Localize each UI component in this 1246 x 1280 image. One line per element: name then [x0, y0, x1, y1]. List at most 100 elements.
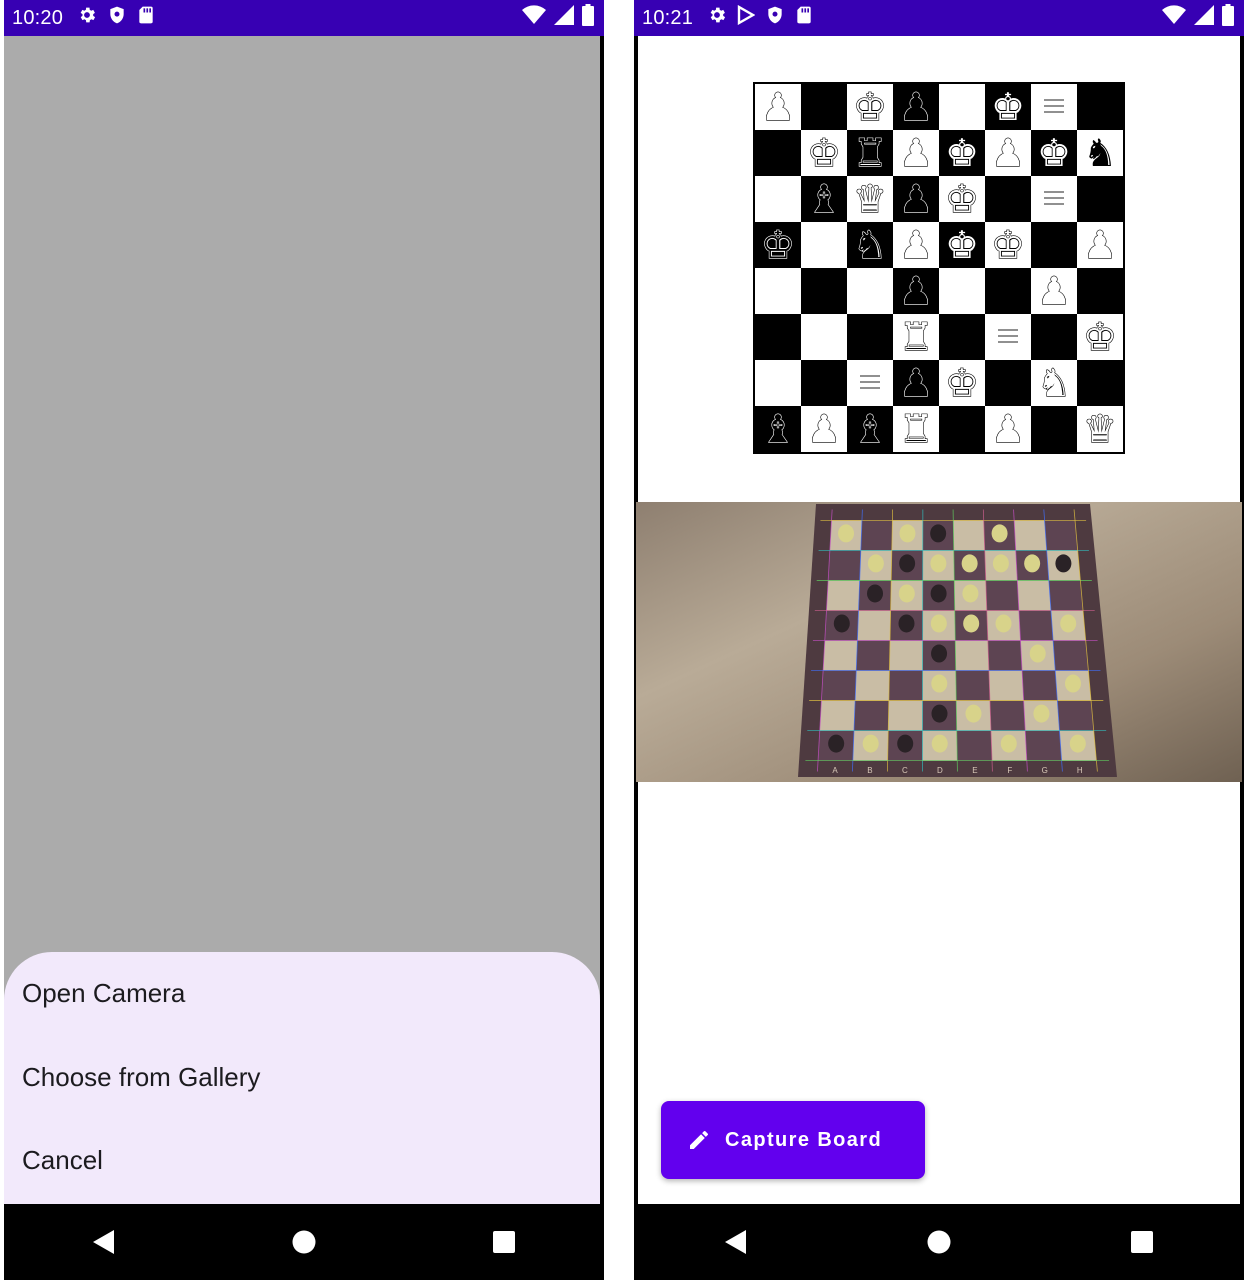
- shield-icon: [107, 5, 127, 31]
- chessboard-diagram: ♟ ♚ ♟ ♚♚ ♜ ♟ ♚ ♟ ♚ ♞♝ ♛ ♟ ♚♚ ♞ ♟ ♚ ♚ ♟♟ ♟♜ ♚♟ ♚ ♞♝ ♟ ♝ ♜ ♟ ♛: [755, 84, 1123, 452]
- recents-icon[interactable]: [1122, 1222, 1162, 1262]
- board-file-label: F: [1007, 766, 1012, 775]
- white-rook-icon: ♜: [898, 314, 933, 359]
- photo-square: [1053, 640, 1089, 671]
- photo-square: [987, 640, 1023, 671]
- photo-square: [988, 670, 1024, 701]
- photo-piece: [931, 734, 948, 753]
- white-pawn-icon: ♟: [898, 130, 933, 175]
- black-bishop-icon: ♝: [760, 406, 795, 451]
- status-time: 10:20: [12, 6, 64, 29]
- svg-text:♟: ♟: [761, 85, 795, 129]
- navigation-bar: [634, 1204, 1244, 1280]
- choose-from-gallery-option[interactable]: Choose from Gallery: [22, 1062, 260, 1093]
- back-icon[interactable]: [716, 1222, 756, 1262]
- svg-text:♚: ♚: [991, 85, 1025, 129]
- photo-piece: [862, 734, 879, 753]
- photo-square: [955, 640, 989, 671]
- photo-piece: [965, 704, 982, 723]
- photo-piece: [992, 554, 1009, 573]
- white-pawn-icon: ♟: [1082, 222, 1117, 267]
- photo-square: [857, 610, 891, 641]
- board-file-label: B: [867, 766, 872, 775]
- photo-piece: [1060, 614, 1077, 633]
- board-square: [755, 130, 801, 176]
- white-rook-icon: ♜: [898, 406, 933, 451]
- photo-square: [1025, 730, 1062, 761]
- svg-text:♚: ♚: [807, 131, 841, 175]
- photo-piece: [931, 704, 948, 723]
- photo-square: [1048, 580, 1084, 611]
- pencil-icon: [687, 1128, 711, 1152]
- svg-text:♛: ♛: [853, 177, 887, 221]
- cancel-option[interactable]: Cancel: [22, 1145, 103, 1176]
- board-file-label: D: [937, 766, 943, 775]
- photo-square: [853, 700, 889, 731]
- photo-square: [821, 670, 857, 701]
- board-file-label: E: [972, 766, 977, 775]
- photo-piece: [930, 524, 947, 543]
- back-icon[interactable]: [84, 1222, 124, 1262]
- status-bar: 10:20: [4, 0, 604, 36]
- navigation-bar: [4, 1204, 604, 1280]
- photo-piece: [897, 734, 914, 753]
- white-king-icon: ♚: [852, 84, 887, 129]
- board-square: [801, 268, 847, 314]
- photo-piece: [995, 614, 1012, 633]
- svg-text:♚: ♚: [1037, 131, 1071, 175]
- black-pawn-icon: ♟: [898, 360, 933, 405]
- photo-piece: [963, 614, 980, 633]
- white-king-icon: ♚: [806, 130, 841, 175]
- photo-square: [1017, 580, 1051, 611]
- white-king-icon: ♚: [944, 176, 979, 221]
- recents-icon[interactable]: [484, 1222, 524, 1262]
- wifi-icon: [1162, 5, 1186, 31]
- photo-square: [985, 580, 1019, 611]
- dimmed-screen[interactable]: Open Camera Choose from Gallery Cancel: [4, 36, 600, 1204]
- home-icon[interactable]: [919, 1222, 959, 1262]
- photo-piece: [930, 614, 947, 633]
- svg-text:♚: ♚: [853, 85, 887, 129]
- photo-square: [956, 730, 993, 761]
- open-camera-option[interactable]: Open Camera: [22, 978, 185, 1009]
- board-file-label: G: [1042, 766, 1048, 775]
- capture-board-button[interactable]: Capture Board: [661, 1101, 925, 1179]
- board-square: [985, 360, 1031, 406]
- photo-square: [826, 580, 860, 611]
- signal-icon: [554, 5, 574, 31]
- board-square: [847, 268, 893, 314]
- board-square: [801, 360, 847, 406]
- gear-icon: [77, 5, 97, 31]
- svg-text:♟: ♟: [899, 269, 933, 313]
- photo-square: [953, 520, 985, 551]
- svg-text:♜: ♜: [899, 407, 933, 451]
- board-file-label: C: [902, 766, 908, 775]
- board-file-label: A: [832, 766, 838, 775]
- play-store-icon: [737, 4, 756, 31]
- photo-piece: [930, 554, 947, 573]
- photo-piece: [867, 554, 884, 573]
- svg-text:♞: ♞: [1037, 361, 1071, 405]
- photo-square: [823, 640, 858, 671]
- black-knight-icon: ♞: [1082, 130, 1117, 175]
- photo-square: [860, 520, 893, 551]
- board-square: [1031, 406, 1077, 452]
- home-icon[interactable]: [284, 1222, 324, 1262]
- photo-square: [889, 640, 923, 671]
- signal-icon: [1194, 5, 1214, 31]
- svg-text:♝: ♝: [853, 407, 887, 451]
- black-pawn-icon: ♟: [898, 176, 933, 221]
- gear-icon: [707, 5, 727, 31]
- photo-piece: [1000, 734, 1017, 753]
- board-square: [1077, 176, 1123, 222]
- black-king-icon: ♚: [760, 222, 795, 267]
- board-square: [755, 268, 801, 314]
- svg-text:♟: ♟: [1037, 269, 1071, 313]
- white-queen-icon: ♛: [1082, 406, 1117, 451]
- white-king-icon: ♚: [944, 130, 979, 175]
- svg-text:♞: ♞: [1083, 131, 1117, 175]
- board-square: [801, 314, 847, 360]
- captured-board-photo: A B C D E F G H: [636, 502, 1242, 782]
- white-king-icon: ♚: [944, 222, 979, 267]
- svg-text:♚: ♚: [1083, 315, 1117, 359]
